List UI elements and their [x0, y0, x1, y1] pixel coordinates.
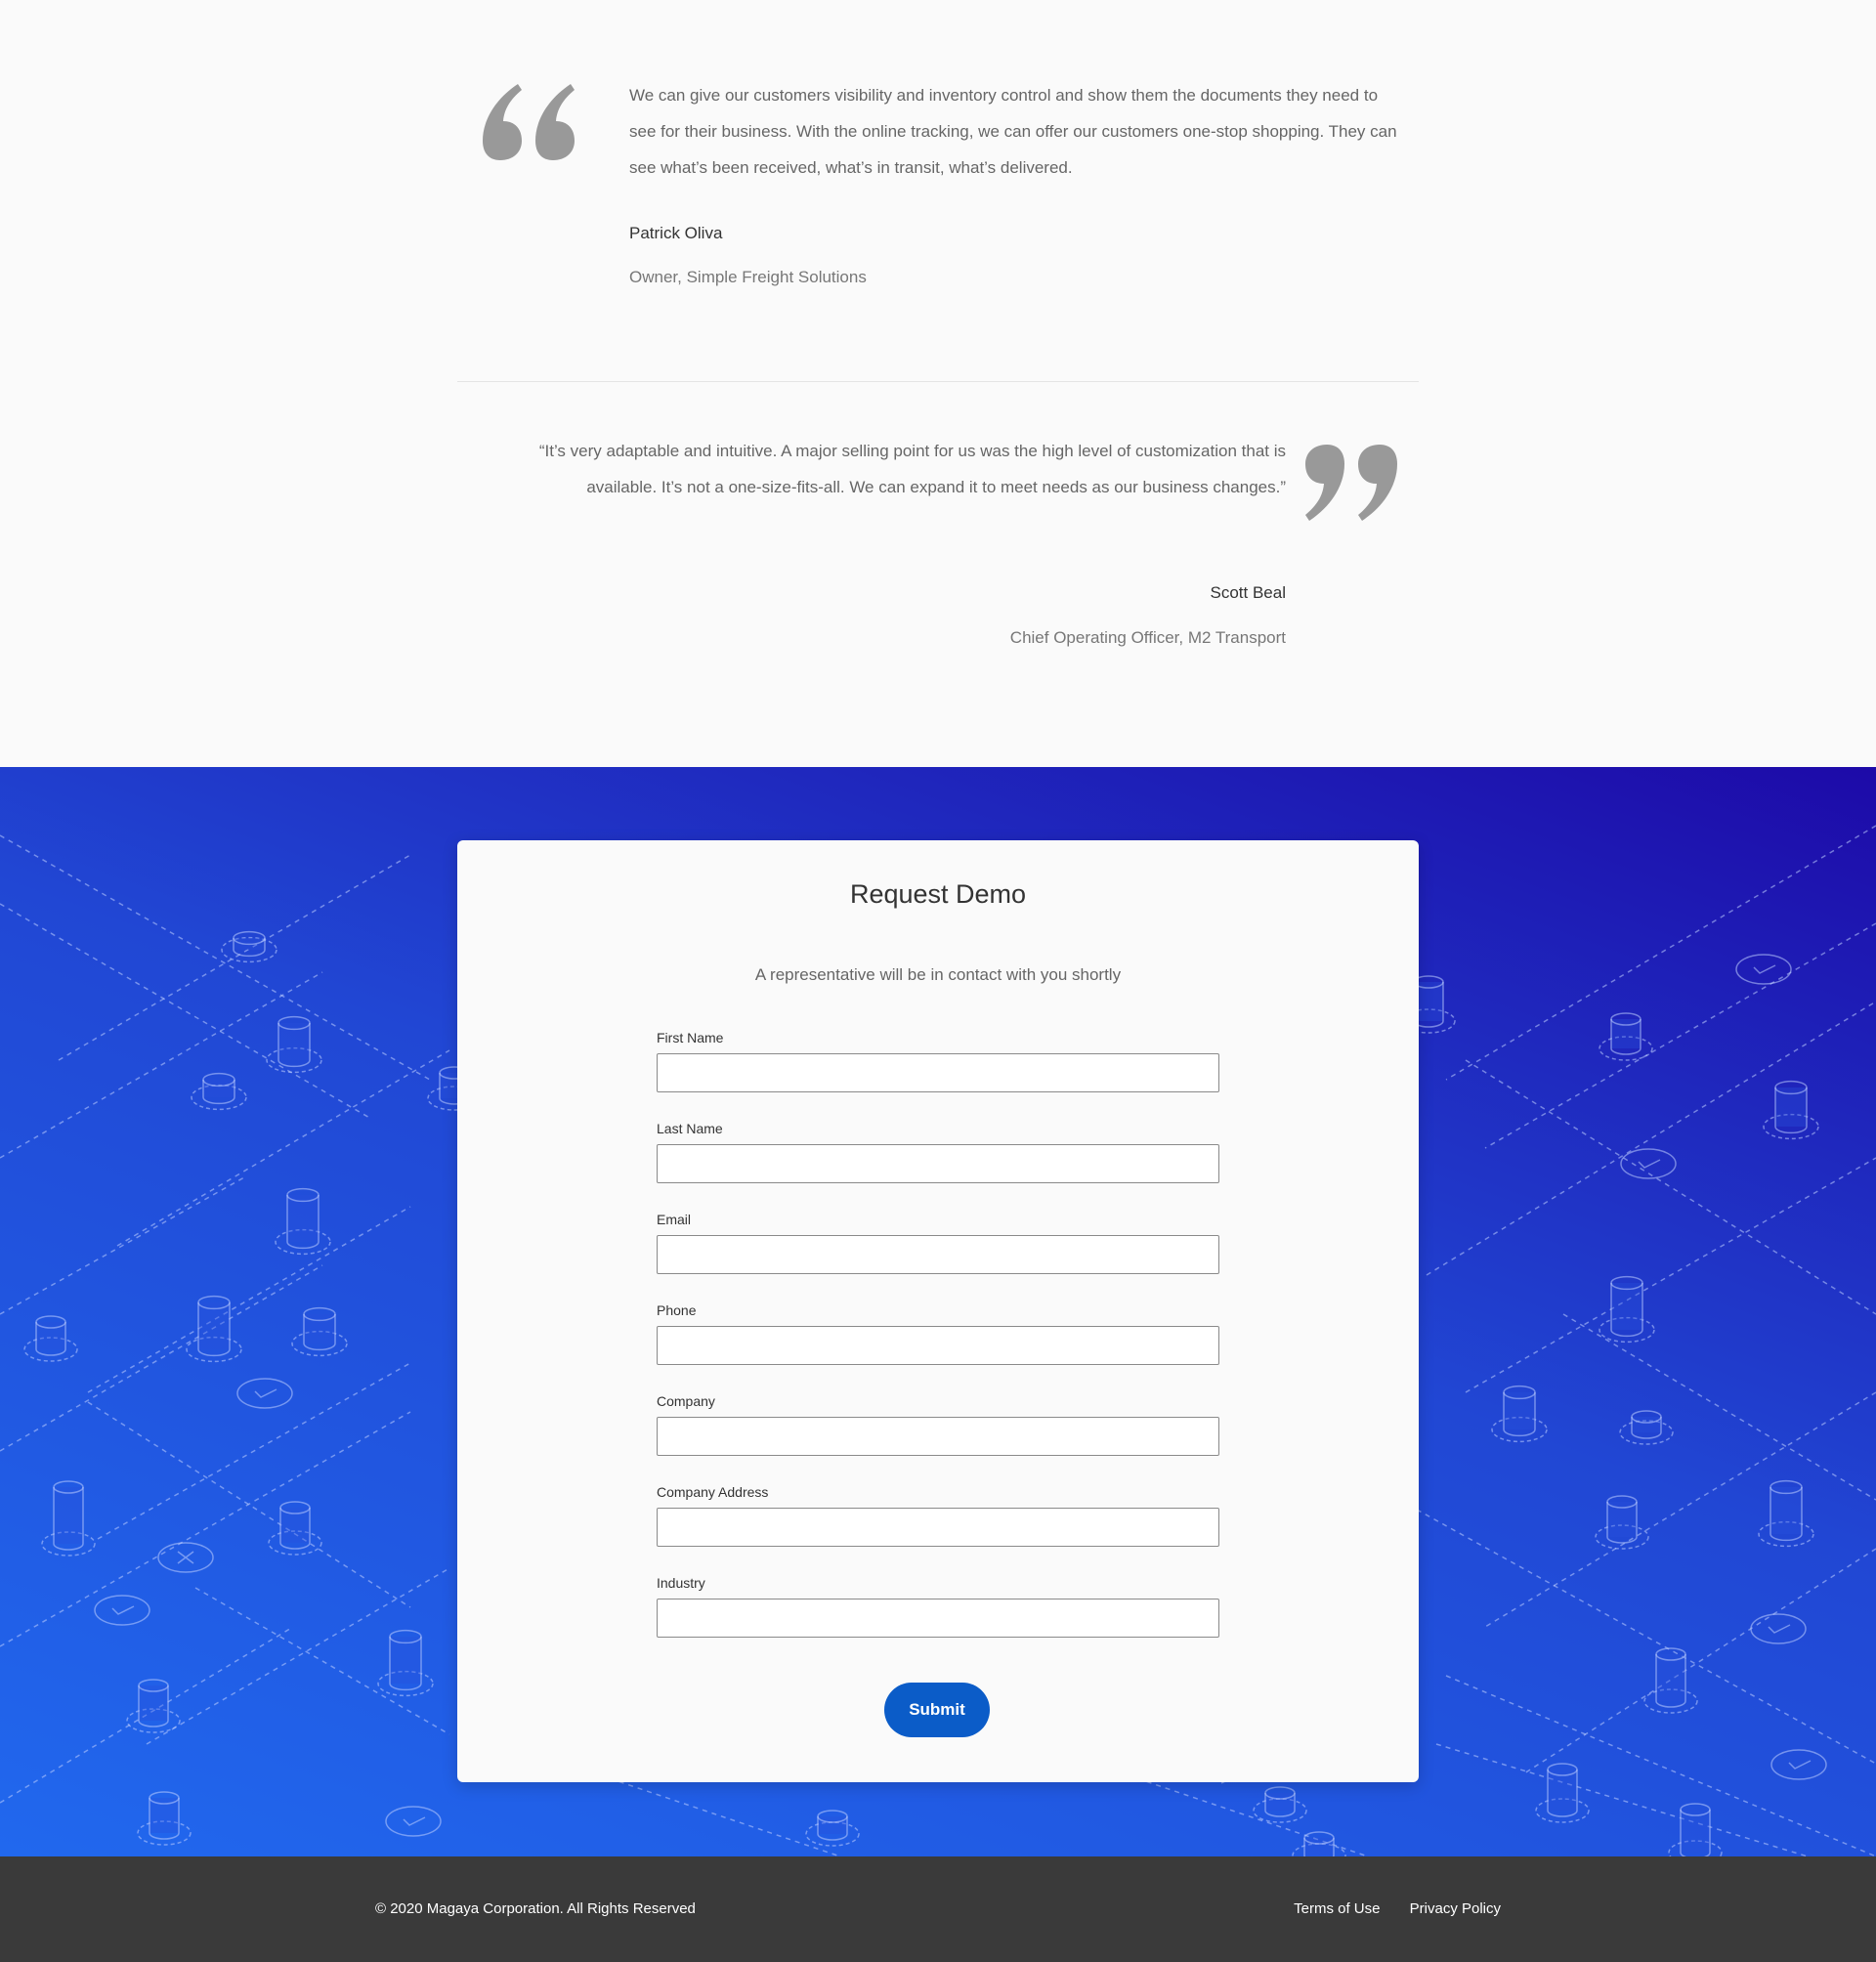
first-name-input[interactable]	[657, 1053, 1219, 1092]
company-address-input[interactable]	[657, 1508, 1219, 1547]
company-input[interactable]	[657, 1417, 1219, 1456]
phone-label: Phone	[657, 1302, 697, 1318]
privacy-policy-link[interactable]: Privacy Policy	[1410, 1900, 1501, 1917]
company-address-label: Company Address	[657, 1484, 769, 1500]
phone-input[interactable]	[657, 1326, 1219, 1365]
form-subtitle: A representative will be in contact with…	[754, 965, 1122, 984]
testimonial-role: Owner, Simple Freight Solutions	[629, 268, 867, 286]
testimonials-section: We can give our customers visibility and…	[0, 0, 1876, 767]
request-demo-card: Request Demo A representative will be in…	[457, 840, 1419, 1782]
industry-label: Industry	[657, 1575, 705, 1591]
email-field: Email	[657, 1212, 1219, 1274]
footer-links: Terms of Use Privacy Policy	[1268, 1900, 1501, 1917]
footer: © 2020 Magaya Corporation. All Rights Re…	[0, 1856, 1876, 1962]
email-input[interactable]	[657, 1235, 1219, 1274]
company-address-field: Company Address	[657, 1484, 1219, 1547]
copyright-text: © 2020 Magaya Corporation. All Rights Re…	[375, 1900, 696, 1917]
first-name-label: First Name	[657, 1030, 724, 1045]
close-quote-icon	[1300, 443, 1397, 521]
company-field: Company	[657, 1393, 1219, 1456]
industry-input[interactable]	[657, 1599, 1219, 1638]
terms-of-use-link[interactable]: Terms of Use	[1294, 1900, 1380, 1917]
submit-button[interactable]: Submit	[884, 1683, 990, 1737]
testimonial-role: Chief Operating Officer, M2 Transport	[1009, 628, 1286, 647]
request-demo-section: Request Demo A representative will be in…	[0, 767, 1876, 1856]
last-name-input[interactable]	[657, 1144, 1219, 1183]
last-name-field: Last Name	[657, 1121, 1219, 1183]
open-quote-icon	[483, 84, 580, 162]
testimonial-author: Scott Beal	[1210, 583, 1287, 602]
form-title: Request Demo	[849, 879, 1027, 909]
email-label: Email	[657, 1212, 692, 1227]
first-name-field: First Name	[657, 1030, 1219, 1092]
phone-field: Phone	[657, 1302, 1219, 1365]
divider	[457, 381, 1419, 382]
last-name-label: Last Name	[657, 1121, 723, 1136]
testimonial-text: We can give our customers visibility and…	[629, 86, 1397, 177]
company-label: Company	[657, 1393, 715, 1409]
testimonial-author: Patrick Oliva	[629, 224, 723, 242]
industry-field: Industry	[657, 1575, 1219, 1638]
testimonial-text: “It’s very adaptable and intuitive. A ma…	[538, 442, 1286, 496]
